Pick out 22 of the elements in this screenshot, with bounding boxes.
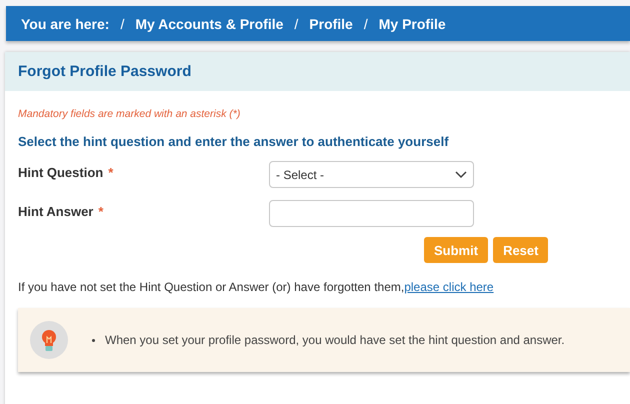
breadcrumb-separator: / bbox=[364, 16, 368, 32]
chevron-down-icon bbox=[455, 170, 467, 178]
lightbulb-icon bbox=[30, 321, 68, 359]
instruction-text: Select the hint question and enter the answer to authenticate yourself bbox=[18, 134, 450, 149]
breadcrumb-link[interactable]: My Accounts & Profile bbox=[135, 16, 284, 32]
panel-title: Forgot Profile Password bbox=[18, 63, 192, 80]
hint-question-dropdown[interactable]: - Select - bbox=[269, 161, 474, 188]
hint-answer-field[interactable] bbox=[269, 200, 474, 227]
mandatory-note: Mandatory fields are marked with an asterisk (*) bbox=[18, 108, 242, 120]
bullet-icon bbox=[92, 338, 95, 342]
breadcrumb-link[interactable]: Profile bbox=[309, 16, 353, 32]
breadcrumb-separator: / bbox=[294, 16, 298, 32]
required-asterisk: * bbox=[108, 165, 114, 180]
tip-text: When you set your profile password, you would have set the hint question and answer. bbox=[105, 333, 565, 347]
required-asterisk: * bbox=[98, 204, 104, 219]
field-label: Hint Answer bbox=[18, 204, 94, 219]
field-label: Hint Question bbox=[18, 165, 104, 180]
help-text: If you have not set the Hint Question or Answer (or) have forgotten them,please click here bbox=[18, 280, 495, 294]
click-here-link[interactable]: please click here bbox=[404, 280, 494, 294]
breadcrumb-link[interactable]: My Profile bbox=[378, 16, 446, 32]
breadcrumb-separator: / bbox=[120, 16, 124, 32]
breadcrumb-label: You are here: bbox=[21, 16, 110, 32]
